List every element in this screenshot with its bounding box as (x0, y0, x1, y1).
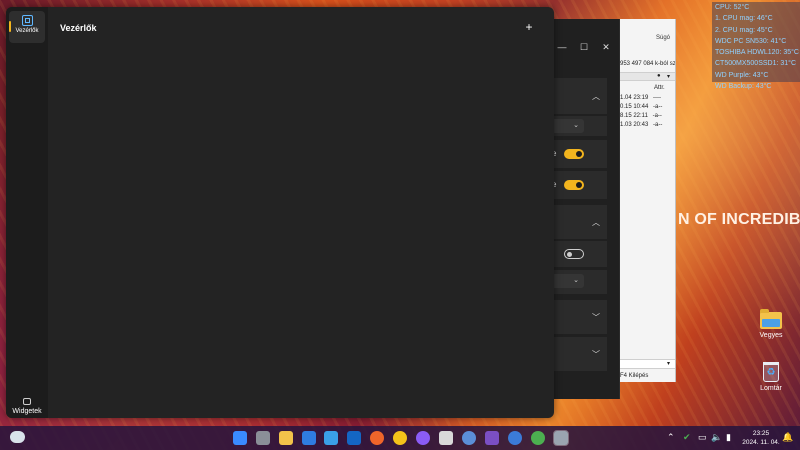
clock-time: 23:25 (752, 430, 770, 437)
row-date: 1.04 23:19 (620, 95, 649, 101)
sensor-line: WD Backup: 43°C (715, 83, 772, 91)
taskbar: ⌃ ✔ ▭ 🔈 ▮ 23:25 2024. 11. 04. 🔔 (0, 426, 800, 450)
desktop-icon-recycle-bin[interactable]: ♻ Lomtár (746, 362, 796, 392)
toggle-switch-on[interactable] (564, 149, 584, 159)
settings-dropdown[interactable]: ⌄ (552, 119, 584, 133)
settings-section-collapsed[interactable]: ﹀ (552, 337, 607, 371)
task-view-icon[interactable] (256, 431, 270, 445)
desktop-icon-vegyes[interactable]: Vegyes (746, 309, 796, 339)
settings-toggle-row[interactable]: e (552, 171, 607, 199)
browser-icon[interactable] (508, 431, 522, 445)
dot-icon: ● (657, 73, 661, 79)
chevron-down-icon: ⌄ (573, 122, 579, 129)
settings-section-header[interactable]: ︿ (552, 78, 607, 114)
table-row[interactable]: 8.15 22:11 -a-- (620, 113, 662, 119)
free-space-label: 953 497 084 k-ból sz (620, 61, 676, 67)
file-manager-window[interactable]: Súgó 953 497 084 k-ból sz ● ▾ Attr. 1.04… (616, 19, 676, 382)
viber-icon[interactable] (485, 431, 499, 445)
desktop-icon-label: Vegyes (759, 332, 783, 339)
add-widget-button[interactable]: + (522, 20, 536, 34)
photos-icon[interactable] (324, 431, 338, 445)
maximize-button[interactable]: ☐ (574, 38, 594, 56)
row-date: 8.15 22:11 (620, 113, 648, 119)
google-chrome-dev-icon[interactable] (531, 431, 545, 445)
folder-icon (760, 309, 782, 329)
chevron-up-icon: ︿ (592, 218, 600, 227)
chevron-down-icon: ⌄ (573, 277, 579, 284)
sensor-line: 2. CPU mag: 45°C (715, 26, 773, 34)
settings-dropdown-row[interactable]: ⌄ (552, 270, 607, 294)
file-explorer-icon[interactable] (279, 431, 293, 445)
messenger-icon[interactable] (416, 431, 430, 445)
bell-icon[interactable]: 🔔 (782, 432, 793, 443)
settings-window[interactable]: — ☐ ✕ ︿ ⌄ e e ︿ i ⌄ ﹀ ﹀ (552, 19, 620, 399)
check-icon[interactable]: ✔ (683, 432, 691, 443)
sensor-line: 1. CPU mag: 46°C (715, 15, 773, 23)
gb-app-icon[interactable] (462, 431, 476, 445)
rail-item-label: Vezérlők (15, 28, 39, 34)
display-icon[interactable]: ▭ (698, 432, 707, 443)
sensor-line: WDC PC SN530: 41°C (715, 37, 787, 45)
attr-column-header[interactable]: Attr. (654, 85, 665, 91)
rail-item-label: Widgetek (12, 408, 42, 415)
clock-date: 2024. 11. 04. (742, 439, 780, 446)
row-date: 0.15 10:44 (620, 104, 649, 110)
settings-dropdown[interactable]: ⌄ (552, 274, 584, 288)
sensor-line: WD Purple: 43°C (715, 71, 769, 79)
controls-icon (21, 15, 33, 26)
settings-section-header[interactable]: ︿ (552, 205, 607, 239)
wallpaper-text: N OF INCREDIBLE (678, 211, 800, 228)
speaker-muted-icon[interactable]: 🔈 (711, 432, 722, 443)
desktop-icon-label: Lomtár (760, 385, 782, 392)
outlook-icon[interactable] (347, 431, 361, 445)
widgets-side-rail: Vezérlők Widgetek (6, 7, 48, 418)
battery-icon[interactable]: ▮ (726, 432, 731, 443)
command-line[interactable]: ▾ (616, 359, 675, 369)
drive-selector[interactable]: ● ▾ (616, 72, 675, 81)
table-row[interactable]: 0.15 10:44 -a-- (620, 104, 662, 110)
page-title: Vezérlők (60, 23, 97, 33)
sensor-line: CPU: 52°C (715, 4, 750, 11)
chevron-down-icon: ﹀ (592, 350, 600, 359)
chevron-down-icon: ▾ (667, 361, 671, 367)
media-player-icon[interactable] (439, 431, 453, 445)
toggle-switch-off[interactable] (564, 249, 584, 259)
row-attr: -a-- (653, 122, 663, 128)
floppy-app-icon[interactable] (302, 431, 316, 445)
table-row[interactable]: 1.03 20:43 -a-- (620, 122, 662, 128)
system-clock[interactable]: 23:25 2024. 11. 04. (742, 429, 780, 447)
help-menu[interactable]: Súgó (656, 35, 670, 41)
chevron-up-icon[interactable]: ⌃ (667, 432, 675, 443)
settings-toggle-row[interactable]: i (552, 241, 607, 267)
row-date: 1.03 20:43 (620, 122, 649, 128)
table-row[interactable]: 1.04 23:19 ---- (620, 95, 661, 101)
start-button-icon[interactable] (233, 431, 247, 445)
f4-exit-button[interactable]: F4 Kilépés (620, 373, 648, 379)
rail-item-controls[interactable]: Vezérlők (9, 11, 45, 43)
row-attr: -a-- (652, 113, 662, 119)
widgets-board: Vezérlők Widgetek Vezérlők + (6, 7, 554, 418)
sensor-overlay: CPU: 52°C 1. CPU mag: 46°C 2. CPU mag: 4… (712, 2, 800, 90)
chrome-icon[interactable] (393, 431, 407, 445)
widgets-icon (23, 398, 31, 405)
close-button[interactable]: ✕ (596, 38, 616, 56)
weather-icon[interactable] (10, 431, 25, 443)
settings-dropdown-row[interactable]: ⌄ (552, 116, 607, 136)
sensor-line: CT500MX500SSD1: 31°C (715, 60, 797, 68)
row-attr: -a-- (653, 104, 663, 110)
sensor-line: TOSHIBA HDWL120: 35°C (715, 49, 799, 57)
toggle-switch-on[interactable] (564, 180, 584, 190)
chevron-down-icon: ▾ (667, 74, 671, 80)
rail-item-widgets[interactable]: Widgetek (6, 398, 48, 415)
row-attr: ---- (653, 95, 662, 101)
settings-section-collapsed[interactable]: ﹀ (552, 300, 607, 334)
chevron-down-icon: ﹀ (592, 313, 600, 322)
minimize-button[interactable]: — (552, 38, 572, 56)
chevron-up-icon: ︿ (592, 92, 600, 101)
selected-indicator (9, 21, 11, 32)
recycle-bin-icon: ♻ (763, 362, 779, 382)
settings-gear-icon[interactable] (553, 430, 569, 446)
firefox-icon[interactable] (370, 431, 384, 445)
settings-toggle-row[interactable]: e (552, 140, 607, 168)
